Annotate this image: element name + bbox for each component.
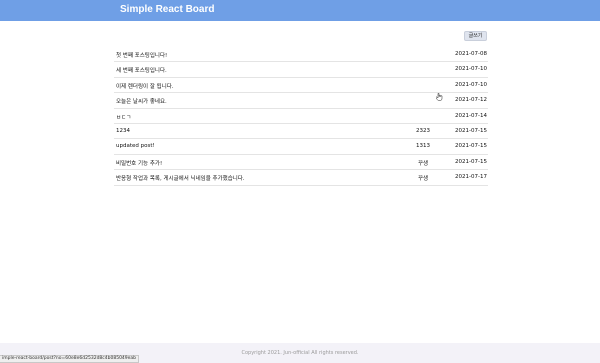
- app-header: Simple React Board: [0, 0, 600, 21]
- post-date: 2021-07-15: [455, 127, 487, 134]
- post-title[interactable]: 세 번째 포스팅입니다.: [116, 66, 167, 74]
- post-row[interactable]: 1234 2323 2021-07-15: [114, 124, 488, 140]
- post-row[interactable]: 반응형 작업과 목록, 게시글에서 닉네임을 추가했습니다. 꾸생 2021-07-…: [114, 170, 488, 186]
- post-author: 꾸생: [417, 176, 429, 183]
- post-title[interactable]: 첫 번째 포스팅입니다!: [116, 51, 167, 59]
- post-date: 2021-07-15: [455, 143, 487, 150]
- post-date: 2021-07-10: [455, 81, 487, 88]
- post-title[interactable]: 비밀번호 기능 추가!: [116, 159, 162, 167]
- post-author: 2323: [416, 127, 430, 134]
- mouse-pointer-icon: [436, 93, 443, 101]
- post-date: 2021-07-17: [455, 174, 487, 181]
- post-title[interactable]: updated post!: [116, 143, 155, 149]
- post-list: 첫 번째 포스팅입니다! 2021-07-08 세 번째 포스팅입니다. 2021-0…: [114, 47, 488, 186]
- post-row[interactable]: 비밀번호 기능 추가! 꾸생 2021-07-15: [114, 155, 488, 171]
- write-post-button[interactable]: 글쓰기: [464, 31, 487, 41]
- post-title[interactable]: 오늘은 날씨가 좋네요.: [116, 97, 167, 105]
- post-author: 1313: [416, 143, 430, 150]
- post-author: 꾸생: [417, 160, 429, 167]
- post-row[interactable]: 오늘은 날씨가 좋네요. 2021-07-12: [114, 93, 488, 109]
- brand-title[interactable]: Simple React Board: [120, 4, 214, 15]
- post-row[interactable]: 첫 번째 포스팅입니다! 2021-07-08: [114, 47, 488, 63]
- post-title[interactable]: 1234: [116, 128, 130, 134]
- post-row[interactable]: ㅂㄷㄱ 2021-07-14: [114, 109, 488, 124]
- post-row[interactable]: updated post! 1313 2021-07-15: [114, 139, 488, 155]
- post-title[interactable]: ㅂㄷㄱ: [116, 113, 131, 121]
- post-date: 2021-07-10: [455, 66, 487, 73]
- post-row[interactable]: 세 번째 포스팅입니다. 2021-07-10: [114, 62, 488, 78]
- post-date: 2021-07-08: [455, 51, 487, 57]
- post-date: 2021-07-14: [455, 112, 487, 119]
- post-date: 2021-07-12: [455, 97, 487, 104]
- post-title[interactable]: 이제 렌더링이 잘 됩니다.: [116, 82, 174, 90]
- post-row[interactable]: 이제 렌더링이 잘 됩니다. 2021-07-10: [114, 78, 488, 94]
- post-date: 2021-07-15: [455, 158, 487, 165]
- post-title[interactable]: 반응형 작업과 목록, 게시글에서 닉네임을 추가했습니다.: [116, 174, 245, 182]
- status-bar-url: imple-react-board/post?no=60e8e6d2532d8c…: [0, 355, 140, 363]
